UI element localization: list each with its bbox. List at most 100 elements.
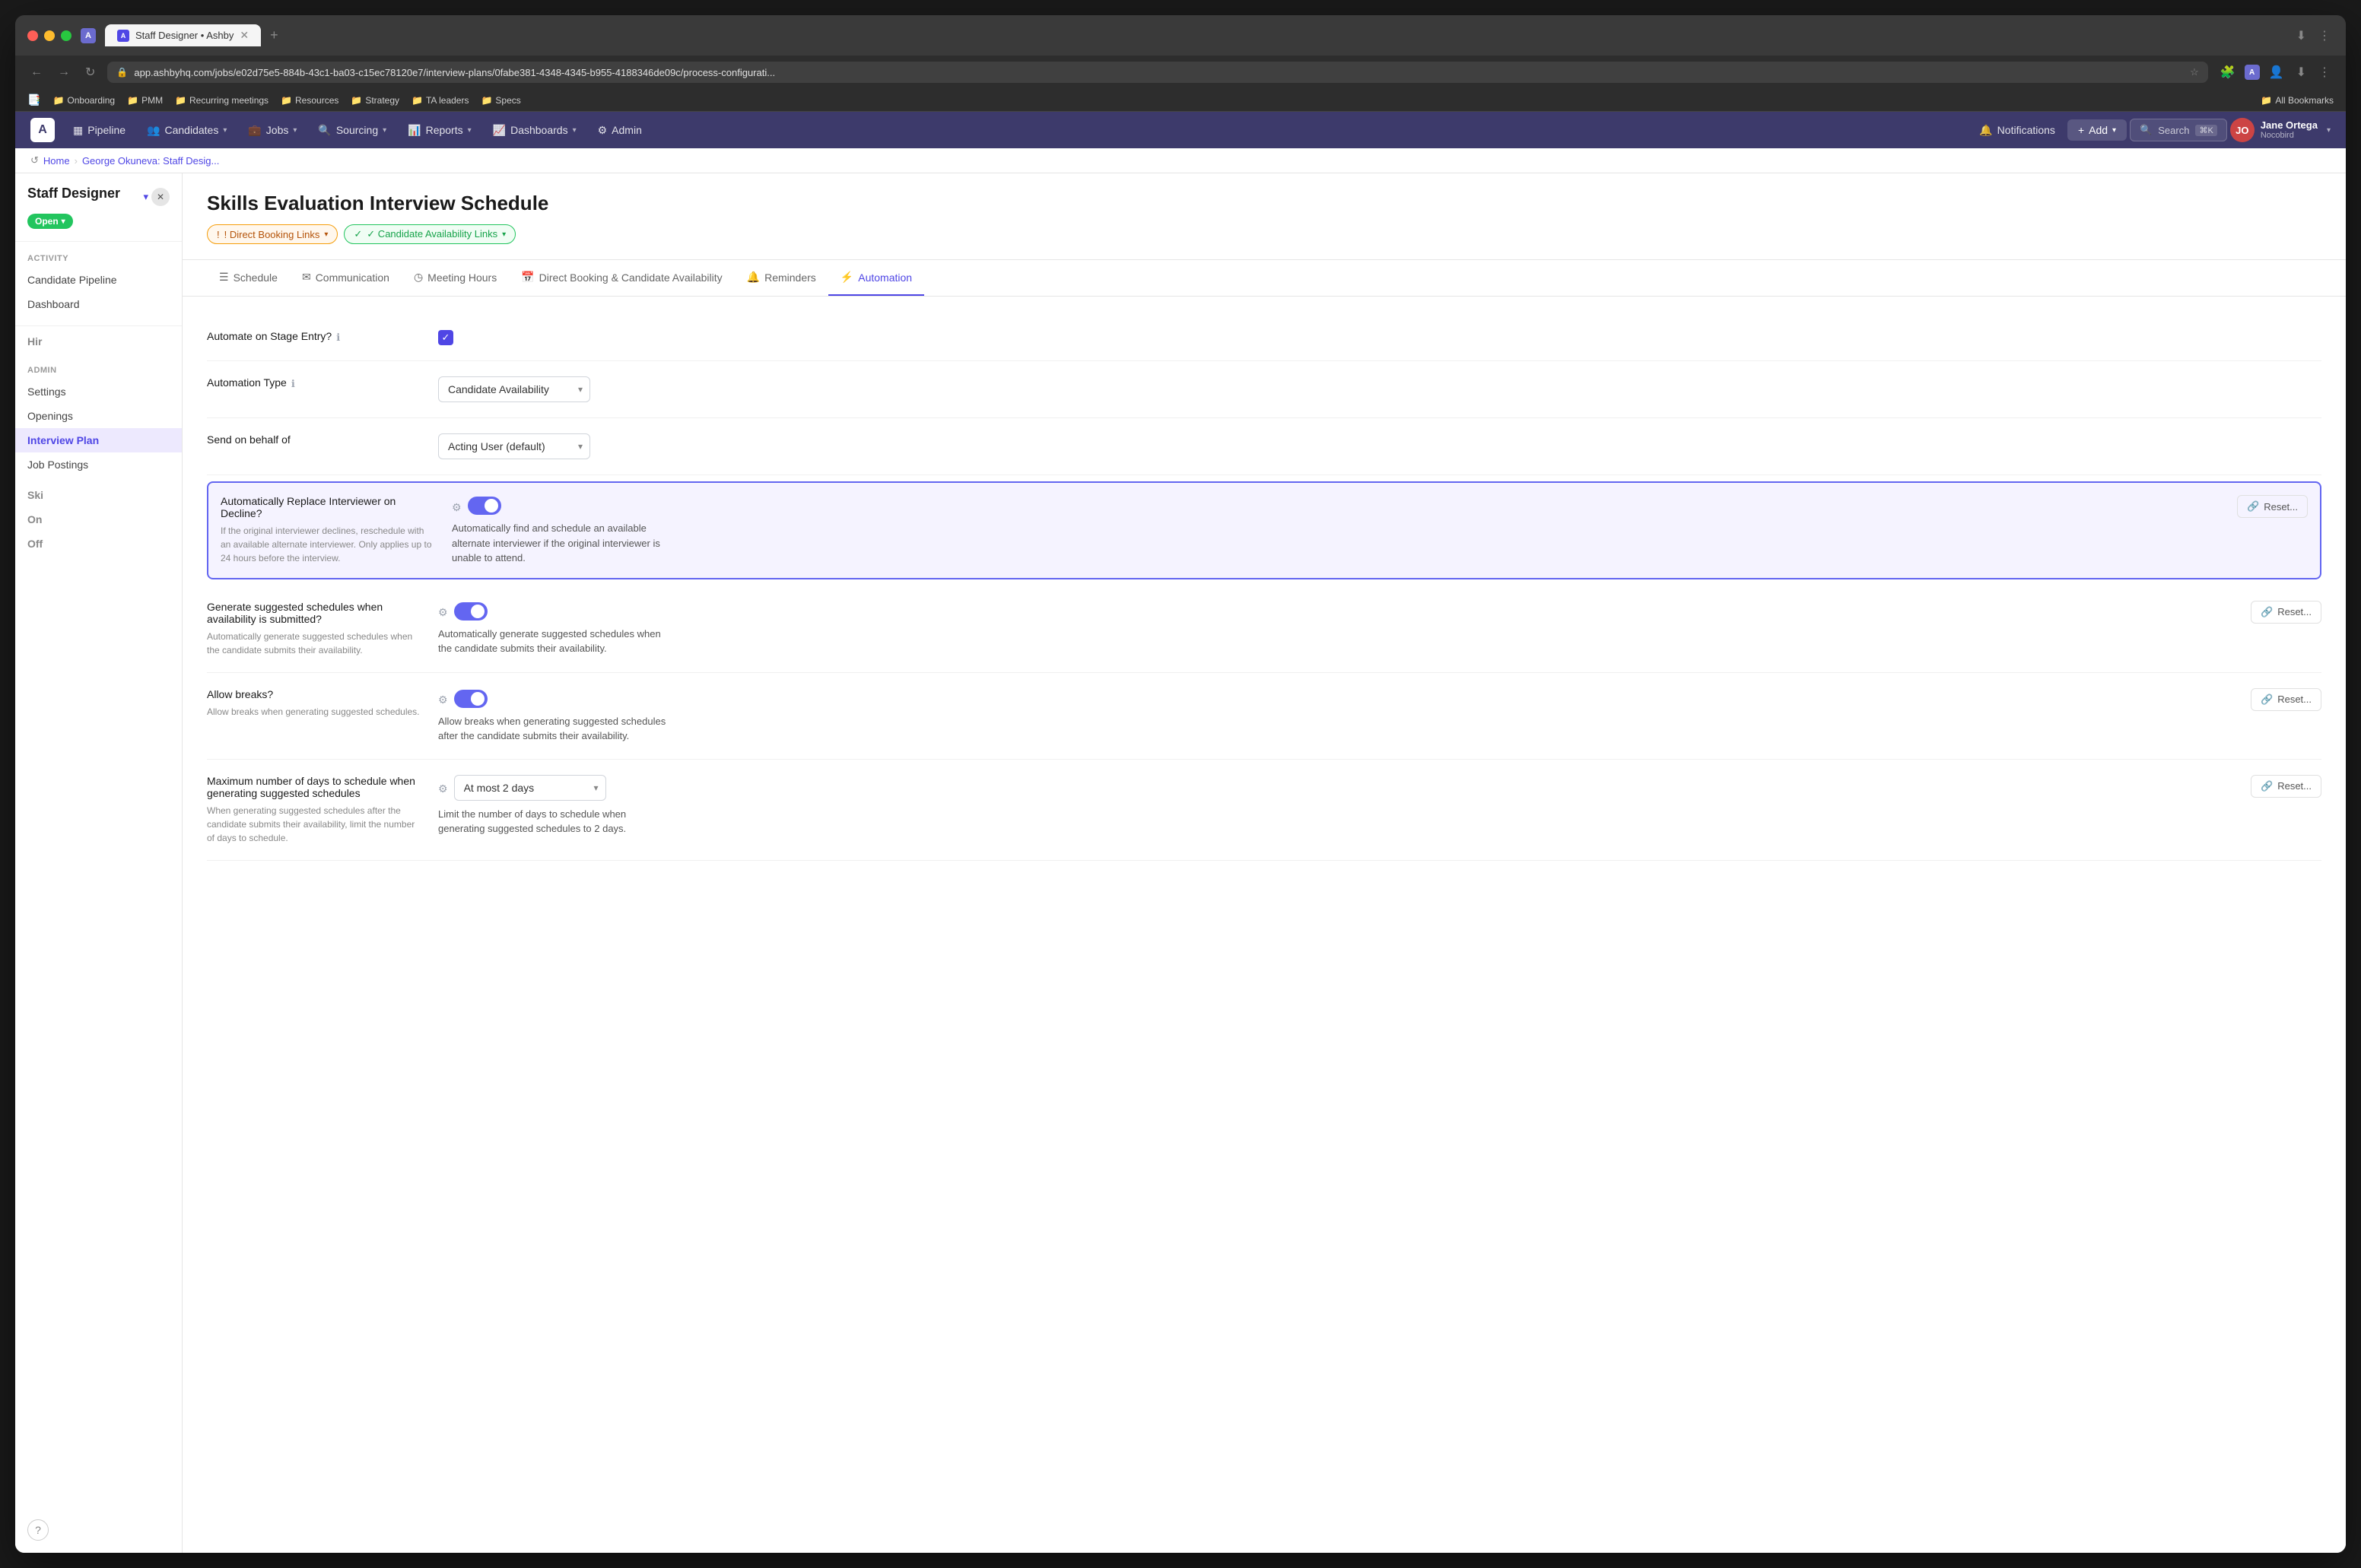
setting-row-replace-interviewer: Automatically Replace Interviewer on Dec… <box>207 481 2321 579</box>
bookmark-star-icon[interactable]: ☆ <box>2190 66 2199 78</box>
tab-automation[interactable]: ⚡ Automation <box>828 260 924 296</box>
automation-type-select[interactable]: Candidate Availability Direct Booking <box>438 376 590 402</box>
nav-reports[interactable]: 📊 Reports ▾ <box>399 118 481 143</box>
sidebar-item-dashboard[interactable]: Dashboard <box>15 292 182 316</box>
info-icon-0[interactable]: ℹ <box>336 332 340 344</box>
help-btn[interactable]: ? <box>27 1519 49 1541</box>
allow-breaks-control: ⚙ Allow breaks when generating suggested… <box>438 688 2232 744</box>
more-icon[interactable]: ⋮ <box>2315 62 2334 83</box>
setting-row-max-days: Maximum number of days to schedule when … <box>207 760 2321 861</box>
content-header: Skills Evaluation Interview Schedule ! !… <box>183 173 2346 260</box>
extensions-icon[interactable]: 🧩 <box>2217 62 2239 83</box>
search-shortcut: ⌘K <box>2195 125 2216 136</box>
toggle-wrap-breaks: ⚙ <box>438 690 2232 708</box>
search-btn[interactable]: 🔍 Search ⌘K <box>2130 119 2227 141</box>
bookmark-onboarding[interactable]: 📁 Onboarding <box>52 95 115 106</box>
traffic-lights <box>27 30 71 41</box>
tab-direct-booking[interactable]: 📅 Direct Booking & Candidate Availabilit… <box>509 260 734 296</box>
maximize-window-btn[interactable] <box>61 30 71 41</box>
sidebar-item-interview-plan[interactable]: Interview Plan <box>15 428 182 452</box>
tab-reminders[interactable]: 🔔 Reminders <box>735 260 828 296</box>
user-menu[interactable]: JO Jane Ortega Nocobird ▾ <box>2230 118 2331 142</box>
max-days-select[interactable]: At most 1 day At most 2 days At most 3 d… <box>454 775 606 801</box>
direct-booking-badge[interactable]: ! ! Direct Booking Links ▾ <box>207 224 338 244</box>
add-btn[interactable]: + Add ▾ <box>2067 119 2127 141</box>
link-icon4: 🔗 <box>2261 780 2273 792</box>
automate-stage-checkbox[interactable]: ✓ <box>438 330 453 345</box>
close-window-btn[interactable] <box>27 30 38 41</box>
sidebar-item-settings[interactable]: Settings <box>15 379 182 404</box>
bookmark-resources[interactable]: 📁 Resources <box>281 95 338 106</box>
tab-meeting-hours[interactable]: ◷ Meeting Hours <box>402 260 509 296</box>
tab-communication[interactable]: ✉ Communication <box>290 260 402 296</box>
download-btn[interactable]: ⬇ <box>2293 25 2309 46</box>
address-bar[interactable]: 🔒 app.ashbyhq.com/jobs/e02d75e5-884b-43c… <box>107 62 2207 83</box>
download-icon[interactable]: ⬇ <box>2293 62 2309 83</box>
nav-admin[interactable]: ⚙ Admin <box>589 118 651 143</box>
active-tab[interactable]: A Staff Designer • Ashby ✕ <box>105 24 261 46</box>
nav-pipeline[interactable]: ▦ Pipeline <box>64 118 135 143</box>
pipeline-icon: ▦ <box>73 124 83 137</box>
menu-btn[interactable]: ⋮ <box>2315 25 2334 46</box>
tab-schedule[interactable]: ☰ Schedule <box>207 260 290 296</box>
gear-icon4: ⚙ <box>438 782 448 795</box>
breadcrumb-home[interactable]: Home <box>43 155 70 167</box>
badge-chevron2: ▾ <box>502 230 506 239</box>
nav-jobs[interactable]: 💼 Jobs ▾ <box>239 118 306 143</box>
minimize-window-btn[interactable] <box>44 30 55 41</box>
generate-suggested-label-col: Generate suggested schedules when availa… <box>207 601 420 657</box>
link-icon3: 🔗 <box>2261 694 2273 706</box>
back-btn[interactable]: ← <box>27 62 46 82</box>
bookmark-pmm[interactable]: 📁 PMM <box>127 95 163 106</box>
all-bookmarks[interactable]: 📁 All Bookmarks <box>2261 95 2334 106</box>
toggle-wrap-generate: ⚙ <box>438 602 2232 621</box>
new-tab-btn[interactable]: + <box>264 27 284 43</box>
add-chevron: ▾ <box>2112 126 2116 135</box>
reset-generate-btn[interactable]: 🔗 Reset... <box>2251 601 2321 624</box>
bookmark-specs[interactable]: 📁 Specs <box>481 95 520 106</box>
sidebar-header: Staff Designer ▾ ✕ Open ▾ <box>15 186 182 242</box>
tab-close-btn[interactable]: ✕ <box>240 29 249 42</box>
reports-chevron: ▾ <box>468 126 472 135</box>
bookmark-folder-icon: 📁 <box>351 95 362 106</box>
allow-breaks-toggle[interactable] <box>454 690 488 708</box>
sidebar-item-candidate-pipeline[interactable]: Candidate Pipeline <box>15 268 182 292</box>
breadcrumb-job[interactable]: George Okuneva: Staff Desig... <box>82 155 219 167</box>
reset-breaks-btn[interactable]: 🔗 Reset... <box>2251 688 2321 711</box>
forward-btn[interactable]: → <box>55 62 73 82</box>
partial-hir: Hir <box>15 329 182 354</box>
bookmark-folder-icon: 📁 <box>281 95 292 106</box>
refresh-btn[interactable]: ↻ <box>82 62 98 83</box>
nav-candidates[interactable]: 👥 Candidates ▾ <box>138 118 236 143</box>
tab-bar: A Staff Designer • Ashby ✕ + <box>105 24 2284 46</box>
profile-icon[interactable]: 👤 <box>2266 62 2287 83</box>
candidate-availability-badge[interactable]: ✓ ✓ Candidate Availability Links ▾ <box>344 224 516 244</box>
replace-interviewer-toggle[interactable] <box>468 497 501 515</box>
toggle-wrap-replace: ⚙ <box>452 497 2219 515</box>
reset-max-days-btn[interactable]: 🔗 Reset... <box>2251 775 2321 798</box>
reset-replace-btn[interactable]: 🔗 Reset... <box>2237 495 2308 518</box>
bookmark-strategy[interactable]: 📁 Strategy <box>351 95 399 106</box>
sidebar-close-btn[interactable]: ✕ <box>151 188 170 206</box>
clock-icon: ◷ <box>414 271 423 284</box>
sidebar-item-openings[interactable]: Openings <box>15 404 182 428</box>
browser-actions: 🧩 A 👤 ⬇ ⋮ <box>2217 62 2334 83</box>
generate-suggested-toggle[interactable] <box>454 602 488 621</box>
candidates-chevron: ▾ <box>223 126 227 135</box>
dashboards-chevron: ▾ <box>573 126 577 135</box>
bookmark-recurring[interactable]: 📁 Recurring meetings <box>175 95 269 106</box>
bookmark-ta-leaders[interactable]: 📁 TA leaders <box>412 95 469 106</box>
tab-title: Staff Designer • Ashby <box>135 30 234 41</box>
main-content: Skills Evaluation Interview Schedule ! !… <box>183 173 2346 1553</box>
bookmark-folder-icon: 📁 <box>52 95 64 106</box>
info-icon-1[interactable]: ℹ <box>291 378 295 390</box>
ashby-ext-icon[interactable]: A <box>2245 65 2260 80</box>
nav-sourcing[interactable]: 🔍 Sourcing ▾ <box>309 118 396 143</box>
sidebar-item-job-postings[interactable]: Job Postings <box>15 452 182 477</box>
send-behalf-select[interactable]: Acting User (default) Job Owner Custom <box>438 433 590 459</box>
nav-dashboards[interactable]: 📈 Dashboards ▾ <box>484 118 586 143</box>
status-badge[interactable]: Open ▾ <box>27 214 73 229</box>
sidebar-expand-icon[interactable]: ▾ <box>143 191 148 203</box>
avatar: JO <box>2230 118 2255 142</box>
notifications-btn[interactable]: 🔔 Notifications <box>1970 118 2064 143</box>
